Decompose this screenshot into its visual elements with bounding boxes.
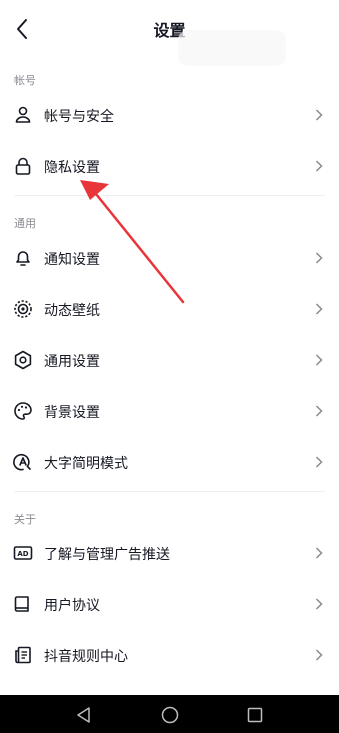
settings-item-account-security[interactable]: 帐号与安全	[0, 90, 339, 140]
settings-item-label: 动态壁纸	[44, 303, 100, 319]
chevron-right-icon	[315, 303, 323, 315]
svg-text:AD: AD	[17, 550, 28, 558]
section-label-general: 通用	[14, 217, 36, 230]
section-label-account: 帐号	[14, 74, 36, 87]
settings-item-live-wallpaper[interactable]: 动态壁纸	[0, 284, 339, 334]
blurred-overlay	[178, 30, 286, 66]
settings-item-privacy[interactable]: 隐私设置	[0, 141, 339, 191]
palette-icon	[14, 402, 32, 420]
divider	[14, 195, 325, 196]
settings-item-label: 通用设置	[44, 354, 100, 370]
top-bar: 设置	[0, 0, 339, 66]
settings-item-background[interactable]: 背景设置	[0, 386, 339, 436]
rules-document-icon	[15, 646, 31, 664]
settings-item-label: 隐私设置	[44, 160, 100, 176]
page-title: 设置	[153, 21, 186, 40]
settings-item-user-agreement[interactable]: 用户协议	[0, 579, 339, 629]
chevron-right-icon	[315, 649, 323, 661]
settings-item-label: 用户协议	[44, 598, 100, 614]
chevron-right-icon	[315, 405, 323, 417]
bell-icon	[16, 251, 30, 266]
chevron-right-icon	[315, 456, 323, 468]
chevron-right-icon	[315, 252, 323, 264]
settings-item-general[interactable]: 通用设置	[0, 335, 339, 385]
nav-home-icon[interactable]	[160, 705, 180, 725]
person-icon	[15, 106, 31, 123]
divider	[14, 491, 325, 492]
lock-icon	[15, 157, 31, 175]
chevron-right-icon	[315, 109, 323, 121]
nav-back-icon[interactable]	[74, 705, 94, 725]
section-label-about: 关于	[14, 513, 36, 526]
settings-item-label: 大字简明模式	[44, 456, 128, 472]
settings-item-ad-management[interactable]: AD 了解与管理广告推送	[0, 528, 339, 578]
ad-icon: AD	[13, 546, 33, 560]
chevron-right-icon	[315, 354, 323, 366]
large-font-icon	[13, 453, 31, 471]
chevron-right-icon	[315, 547, 323, 559]
settings-item-label: 通知设置	[44, 252, 100, 268]
gear-icon	[14, 350, 32, 370]
chevron-right-icon	[315, 160, 323, 172]
live-wallpaper-icon	[14, 300, 32, 318]
settings-item-label: 背景设置	[44, 405, 100, 421]
settings-item-label: 了解与管理广告推送	[44, 547, 170, 563]
nav-recents-icon[interactable]	[245, 705, 265, 725]
settings-item-notifications[interactable]: 通知设置	[0, 233, 339, 283]
settings-item-large-font-mode[interactable]: 大字简明模式	[0, 437, 339, 487]
chevron-right-icon	[315, 598, 323, 610]
settings-item-label: 帐号与安全	[44, 109, 114, 125]
settings-item-label: 抖音规则中心	[44, 649, 128, 665]
book-icon	[14, 596, 29, 612]
settings-item-rules-center[interactable]: 抖音规则中心	[0, 630, 339, 680]
system-navigation-bar	[0, 695, 339, 733]
